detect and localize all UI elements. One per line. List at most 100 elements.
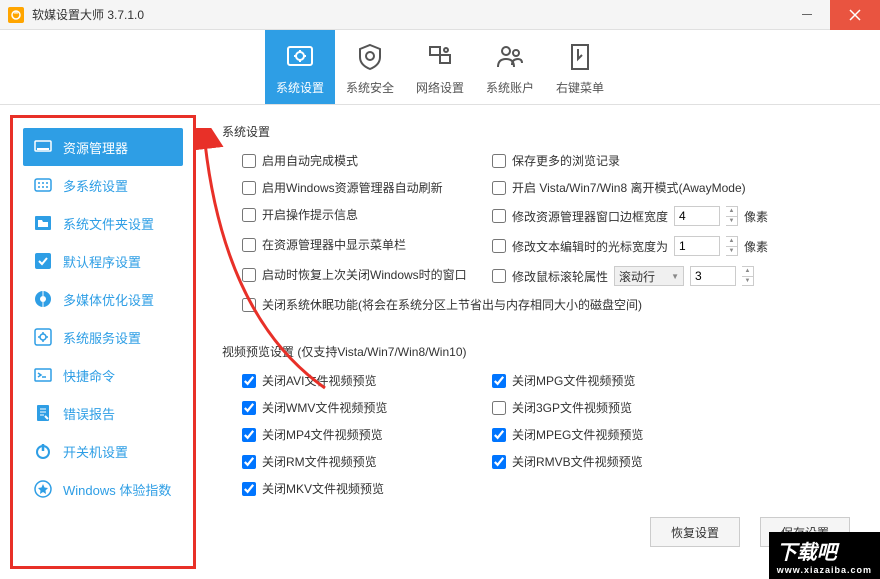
input-wheel-lines[interactable] <box>690 266 736 286</box>
sidebar-item-label: 多系统设置 <box>63 176 128 195</box>
chk-operation-tips[interactable]: 开启操作提示信息 <box>242 206 492 223</box>
chk-wheel-props[interactable]: 修改鼠标滚轮属性 <box>492 268 608 285</box>
chk-label: 保存更多的浏览记录 <box>512 152 620 169</box>
select-wheel-mode[interactable]: 滚动行▼ <box>614 266 684 286</box>
spinner[interactable]: ▲▼ <box>726 236 738 256</box>
chk-away-mode[interactable]: 开启 Vista/Win7/Win8 离开模式(AwayMode) <box>492 179 746 196</box>
chk-label: 关闭WMV文件视频预览 <box>262 399 387 416</box>
window-controls <box>784 0 880 30</box>
unit-label: 像素 <box>744 238 768 255</box>
tab-label: 系统设置 <box>276 79 324 96</box>
chk-label: 修改资源管理器窗口边框宽度 <box>512 208 668 225</box>
chk-show-menubar[interactable]: 在资源管理器中显示菜单栏 <box>242 236 492 253</box>
chk-label: 关闭MKV文件视频预览 <box>262 480 384 497</box>
command-icon <box>33 365 53 385</box>
chk-save-more-history[interactable]: 保存更多的浏览记录 <box>492 152 620 169</box>
chk-label: 关闭3GP文件视频预览 <box>512 399 632 416</box>
chk-label: 在资源管理器中显示菜单栏 <box>262 236 406 253</box>
chk-rm-preview[interactable]: 关闭RM文件视频预览 <box>242 453 492 470</box>
tab-label: 系统安全 <box>346 79 394 96</box>
input-border-width[interactable] <box>674 206 720 226</box>
top-nav: 系统设置 系统安全 网络设置 系统账户 右键菜单 <box>0 30 880 105</box>
section-title-system: 系统设置 <box>222 123 860 140</box>
check-icon <box>33 251 53 271</box>
tab-system-settings[interactable]: 系统设置 <box>265 30 335 104</box>
sidebar-item-error-report[interactable]: 错误报告 <box>23 394 183 432</box>
chk-auto-refresh[interactable]: 启用Windows资源管理器自动刷新 <box>242 179 492 196</box>
monitor-icon <box>33 137 53 157</box>
sidebar: 资源管理器 多系统设置 系统文件夹设置 默认程序设置 多媒体优化设置 系统服务设… <box>10 115 196 569</box>
chk-label: 关闭AVI文件视频预览 <box>262 372 376 389</box>
section-title-video: 视频预览设置 (仅支持Vista/Win7/Win8/Win10) <box>222 343 860 360</box>
tab-context-menu[interactable]: 右键菜单 <box>545 30 615 104</box>
sidebar-item-label: 快捷命令 <box>63 366 115 385</box>
chk-mpg-preview[interactable]: 关闭MPG文件视频预览 <box>492 372 635 389</box>
chk-disable-hibernate[interactable]: 关闭系统休眠功能(将会在系统分区上节省出与内存相同大小的磁盘空间) <box>242 296 642 313</box>
restore-button[interactable]: 恢复设置 <box>650 517 740 547</box>
chk-autocomplete[interactable]: 启用自动完成模式 <box>242 152 492 169</box>
chk-mp4-preview[interactable]: 关闭MP4文件视频预览 <box>242 426 492 443</box>
chk-restore-windows[interactable]: 启动时恢复上次关闭Windows时的窗口 <box>242 266 492 283</box>
menu-icon <box>564 39 596 75</box>
chk-label: 启用Windows资源管理器自动刷新 <box>262 179 443 196</box>
chk-cursor-width[interactable]: 修改文本编辑时的光标宽度为 <box>492 238 668 255</box>
sidebar-item-shortcuts[interactable]: 快捷命令 <box>23 356 183 394</box>
unit-label: 像素 <box>744 208 768 225</box>
power-icon <box>33 441 53 461</box>
chk-label: 关闭RMVB文件视频预览 <box>512 453 643 470</box>
sidebar-item-label: 资源管理器 <box>63 138 128 157</box>
network-icon <box>424 39 456 75</box>
sidebar-item-label: 错误报告 <box>63 404 115 423</box>
tab-system-security[interactable]: 系统安全 <box>335 30 405 104</box>
input-cursor-width[interactable] <box>674 236 720 256</box>
sidebar-item-explorer[interactable]: 资源管理器 <box>23 128 183 166</box>
chk-label: 启用自动完成模式 <box>262 152 358 169</box>
app-logo <box>8 7 24 23</box>
chk-label: 修改文本编辑时的光标宽度为 <box>512 238 668 255</box>
chk-label: 开启 Vista/Win7/Win8 离开模式(AwayMode) <box>512 179 746 196</box>
chk-label: 启动时恢复上次关闭Windows时的窗口 <box>262 266 467 283</box>
sidebar-item-multimedia[interactable]: 多媒体优化设置 <box>23 280 183 318</box>
sidebar-item-label: 系统文件夹设置 <box>63 214 154 233</box>
minimize-button[interactable] <box>784 0 830 30</box>
tab-system-accounts[interactable]: 系统账户 <box>475 30 545 104</box>
chk-label: 关闭RM文件视频预览 <box>262 453 377 470</box>
sidebar-item-label: 开关机设置 <box>63 442 128 461</box>
chk-mpeg-preview[interactable]: 关闭MPEG文件视频预览 <box>492 426 643 443</box>
gear-icon <box>284 39 316 75</box>
app-title: 软媒设置大师 3.7.1.0 <box>32 6 144 23</box>
close-button[interactable] <box>830 0 880 30</box>
watermark-text: 下载吧 <box>777 542 837 564</box>
sidebar-item-folders[interactable]: 系统文件夹设置 <box>23 204 183 242</box>
users-icon <box>494 39 526 75</box>
chk-label: 修改鼠标滚轮属性 <box>512 268 608 285</box>
folder-icon <box>33 213 53 233</box>
sidebar-item-multisystem[interactable]: 多系统设置 <box>23 166 183 204</box>
chk-label: 开启操作提示信息 <box>262 206 358 223</box>
sidebar-item-label: 多媒体优化设置 <box>63 290 154 309</box>
spinner[interactable]: ▲▼ <box>726 206 738 226</box>
sidebar-item-power[interactable]: 开关机设置 <box>23 432 183 470</box>
chk-border-width[interactable]: 修改资源管理器窗口边框宽度 <box>492 208 668 225</box>
chk-3gp-preview[interactable]: 关闭3GP文件视频预览 <box>492 399 632 416</box>
sidebar-item-label: 默认程序设置 <box>63 252 141 271</box>
sidebar-item-label: 系统服务设置 <box>63 328 141 347</box>
title-bar: 软媒设置大师 3.7.1.0 <box>0 0 880 30</box>
sidebar-item-services[interactable]: 系统服务设置 <box>23 318 183 356</box>
shield-icon <box>354 39 386 75</box>
main-panel: 系统设置 启用自动完成模式 保存更多的浏览记录 启用Windows资源管理器自动… <box>196 105 880 579</box>
watermark-url: www.xiazaiba.com <box>777 565 872 575</box>
report-icon <box>33 403 53 423</box>
service-icon <box>33 327 53 347</box>
chk-wmv-preview[interactable]: 关闭WMV文件视频预览 <box>242 399 492 416</box>
sidebar-item-default-programs[interactable]: 默认程序设置 <box>23 242 183 280</box>
spinner[interactable]: ▲▼ <box>742 266 754 286</box>
tab-network-settings[interactable]: 网络设置 <box>405 30 475 104</box>
chk-rmvb-preview[interactable]: 关闭RMVB文件视频预览 <box>492 453 643 470</box>
sidebar-item-label: Windows 体验指数 <box>63 480 171 499</box>
sidebar-item-experience-index[interactable]: Windows 体验指数 <box>23 470 183 508</box>
chk-avi-preview[interactable]: 关闭AVI文件视频预览 <box>242 372 492 389</box>
chk-mkv-preview[interactable]: 关闭MKV文件视频预览 <box>242 480 492 497</box>
tab-label: 右键菜单 <box>556 79 604 96</box>
tab-label: 系统账户 <box>486 79 534 96</box>
